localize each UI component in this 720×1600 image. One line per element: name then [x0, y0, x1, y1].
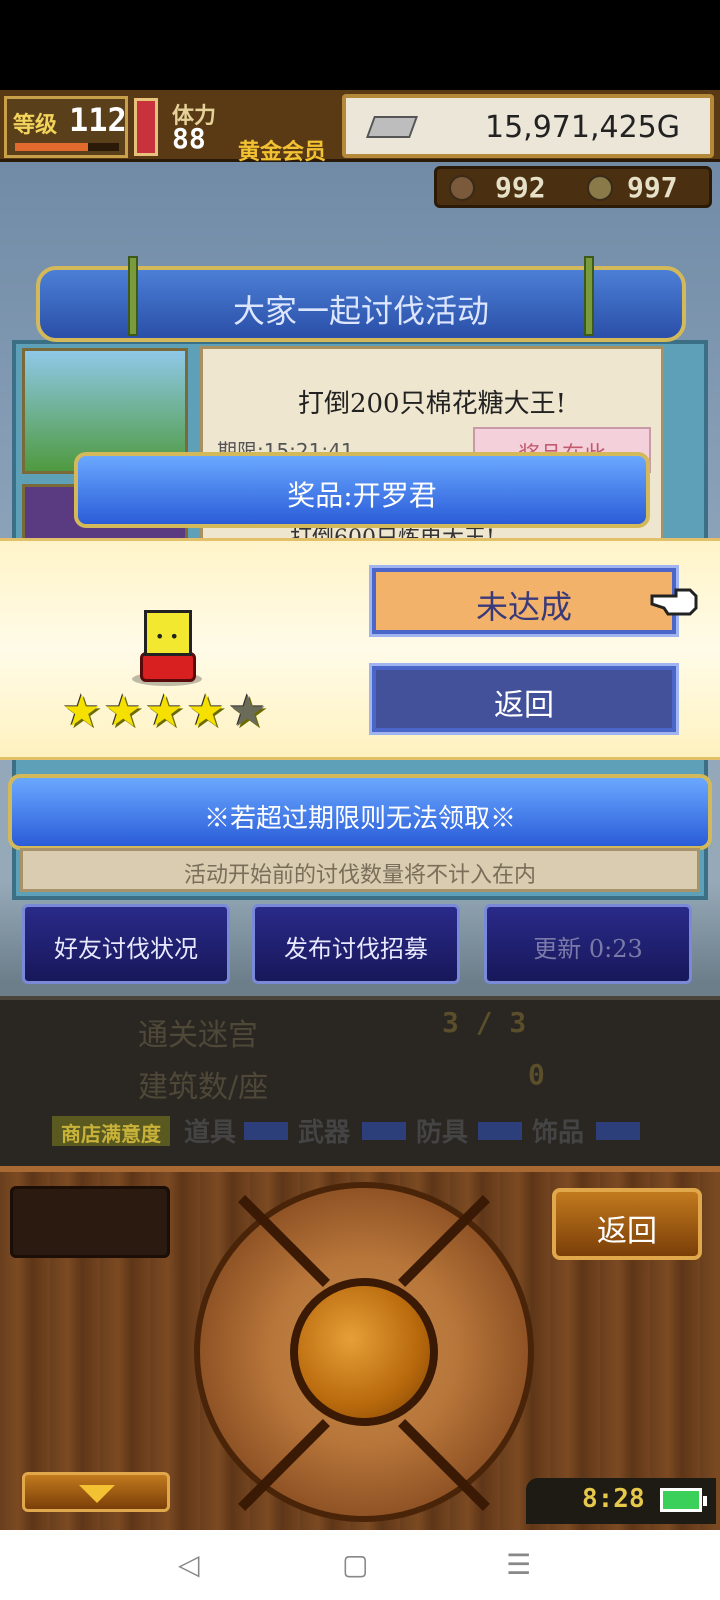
star-filled-icon: ★	[103, 686, 143, 737]
coin-icon	[587, 175, 613, 201]
shop-bar-armor	[478, 1122, 522, 1140]
down-arrow-icon	[79, 1485, 115, 1503]
star-empty-icon: ★	[227, 686, 268, 737]
menu-nav-icon[interactable]: ☰	[506, 1548, 531, 1581]
level-exp-fill	[15, 143, 88, 151]
battery-icon	[660, 1488, 707, 1512]
shop-cat-weapons: 武器	[298, 1118, 351, 1148]
medal-icon	[449, 175, 475, 201]
friends-status-button[interactable]: 好友讨伐状况	[22, 904, 230, 984]
prize-text: 奖品:开罗君	[287, 479, 437, 512]
prize-banner: 奖品:开罗君	[74, 452, 650, 528]
clock-box: 8:28	[526, 1478, 716, 1524]
refresh-button[interactable]: 更新 0:23	[484, 904, 692, 984]
gem-display: 992 997	[434, 166, 712, 208]
gold-display: 15,971,425G	[342, 94, 714, 158]
star-filled-icon: ★	[62, 686, 102, 737]
level-label: 等级	[13, 113, 58, 138]
unachieved-button[interactable]: 未达成	[369, 565, 679, 637]
shop-bar-items	[244, 1122, 288, 1140]
expiry-warning-text: ※若超过期限则无法领取※	[203, 804, 516, 834]
buildings-label: 建筑数/座	[138, 1070, 269, 1105]
post-recruit-button[interactable]: 发布讨伐招募	[252, 904, 460, 984]
gem-b-value: 997	[627, 171, 678, 204]
shop-cat-armor: 防具	[416, 1118, 469, 1148]
dungeon-label: 通关迷宫	[138, 1018, 258, 1053]
shop-bar-weapons	[362, 1122, 406, 1140]
stamina-value: 88	[172, 122, 206, 155]
rating-stars: ★ ★ ★ ★ ★	[62, 690, 267, 734]
level-exp-bar	[15, 143, 119, 151]
staff-left-icon	[128, 256, 138, 336]
scroll-down-button[interactable]	[22, 1472, 170, 1512]
staff-right-icon	[584, 256, 594, 336]
shop-cat-items: 道具	[184, 1118, 237, 1148]
back-nav-icon[interactable]: ◁	[178, 1548, 200, 1581]
silver-bar-icon	[365, 116, 419, 138]
empty-slot	[10, 1186, 170, 1258]
controller-return-button[interactable]: 返回	[552, 1188, 702, 1260]
game-clock: 8:28	[582, 1484, 645, 1514]
gem-a-value: 992	[495, 171, 546, 204]
shop-cat-accessories: 饰品	[532, 1118, 585, 1148]
event-goal: 打倒200只棉花糖大王!	[297, 389, 567, 419]
kairo-kun-character: • •	[144, 610, 192, 656]
gold-value: 15,971,425G	[484, 110, 680, 145]
shop-bar-accessories	[596, 1122, 640, 1140]
star-filled-icon: ★	[186, 686, 226, 737]
home-nav-icon[interactable]: ▢	[342, 1548, 368, 1581]
pointing-hand-icon	[650, 588, 698, 616]
star-filled-icon: ★	[144, 686, 185, 737]
system-nav-bar: ◁ ▢ ☰	[0, 1530, 720, 1600]
character-face-icon: • •	[155, 627, 179, 646]
expiry-warning-banner: ※若超过期限则无法领取※	[8, 774, 712, 850]
status-bar	[0, 0, 720, 90]
shop-satisfaction-label: 商店满意度	[52, 1116, 170, 1146]
dungeon-value: 3 / 3	[442, 1006, 527, 1039]
dpad-center-button[interactable]	[290, 1278, 438, 1426]
level-value: 112	[69, 101, 127, 139]
buildings-value: 0	[528, 1058, 545, 1091]
hp-gauge	[134, 98, 158, 156]
character-body	[140, 652, 196, 682]
level-box: 等级 112	[4, 96, 128, 158]
stamina-box: 体力 88 黄金会员	[166, 96, 336, 165]
note-box: 活动开始前的讨伐数量将不计入在内	[20, 848, 700, 892]
membership-badge: 黄金会员	[238, 140, 327, 165]
note-text: 活动开始前的讨伐数量将不计入在内	[183, 863, 536, 888]
return-button[interactable]: 返回	[369, 663, 679, 735]
